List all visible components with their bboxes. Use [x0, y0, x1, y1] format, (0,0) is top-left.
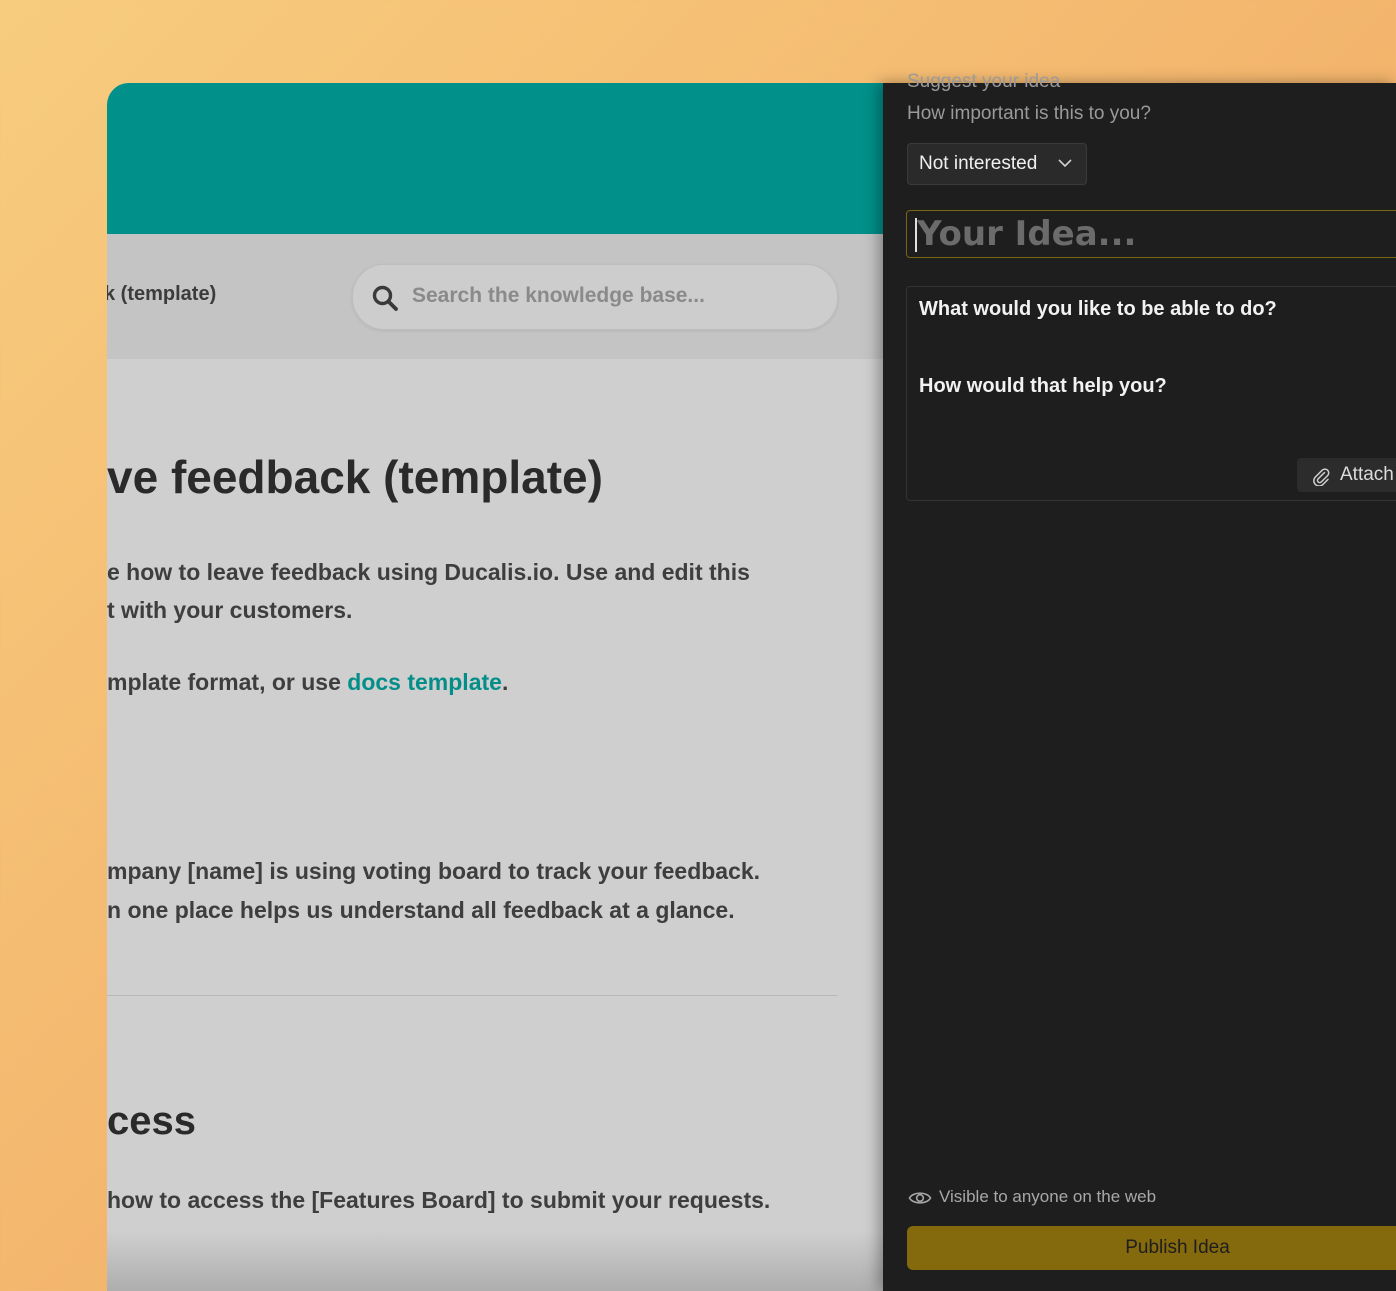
section-line-1: how to access the [Features Board] to su… [107, 1187, 771, 1213]
body-line-1: mpany [name] is using voting board to tr… [107, 858, 761, 884]
idea-title-placeholder: Your Idea... [917, 214, 1137, 254]
intro-line-3-suffix: . [501, 669, 509, 695]
attach-button[interactable]: Attach [1297, 458, 1396, 492]
visibility-text: Visible to anyone on the web [939, 1187, 1157, 1206]
section-divider [107, 995, 838, 996]
prompt-what: What would you like to be able to do? [919, 298, 1277, 320]
suggest-idea-panel: Suggest your idea How important is this … [883, 71, 1396, 1291]
panel-heading: Suggest your idea [907, 71, 1061, 92]
chevron-down-icon [1058, 159, 1072, 168]
importance-value: Not interested [919, 153, 1038, 174]
header-banner [107, 83, 883, 234]
idea-title-input[interactable]: Your Idea... [906, 210, 1396, 258]
section-title: cess [107, 1099, 196, 1143]
eye-icon [908, 1192, 932, 1204]
intro-line-3-prefix: mplate format, or use [107, 669, 348, 695]
paperclip-icon [1313, 468, 1330, 486]
importance-dropdown[interactable]: Not interested [907, 143, 1087, 185]
body-line-2: n one place helps us understand all feed… [107, 897, 735, 923]
idea-description-editor[interactable]: What would you like to be able to do? Ho… [906, 286, 1396, 501]
article-title: ve feedback (template) [107, 451, 603, 503]
intro-line-3: mplate format, or use docs template. [107, 663, 508, 701]
search-box[interactable]: Search the knowledge base... [352, 264, 838, 330]
search-icon [372, 285, 398, 311]
breadcrumb[interactable]: k (template) [107, 283, 216, 306]
intro-line-2: t with your customers. [107, 597, 353, 623]
attach-label: Attach [1340, 464, 1394, 485]
prompt-how: How would that help you? [919, 375, 1167, 397]
publish-idea-button[interactable]: Publish Idea [907, 1226, 1396, 1270]
bottom-fade [107, 1231, 883, 1291]
importance-label: How important is this to you? [907, 103, 1151, 124]
docs-template-link[interactable]: docs template [347, 669, 502, 695]
search-input[interactable]: Search the knowledge base... [412, 284, 705, 308]
intro-line-1: e how to leave feedback using Ducalis.io… [107, 559, 750, 585]
publish-label: Publish Idea [1125, 1237, 1230, 1258]
